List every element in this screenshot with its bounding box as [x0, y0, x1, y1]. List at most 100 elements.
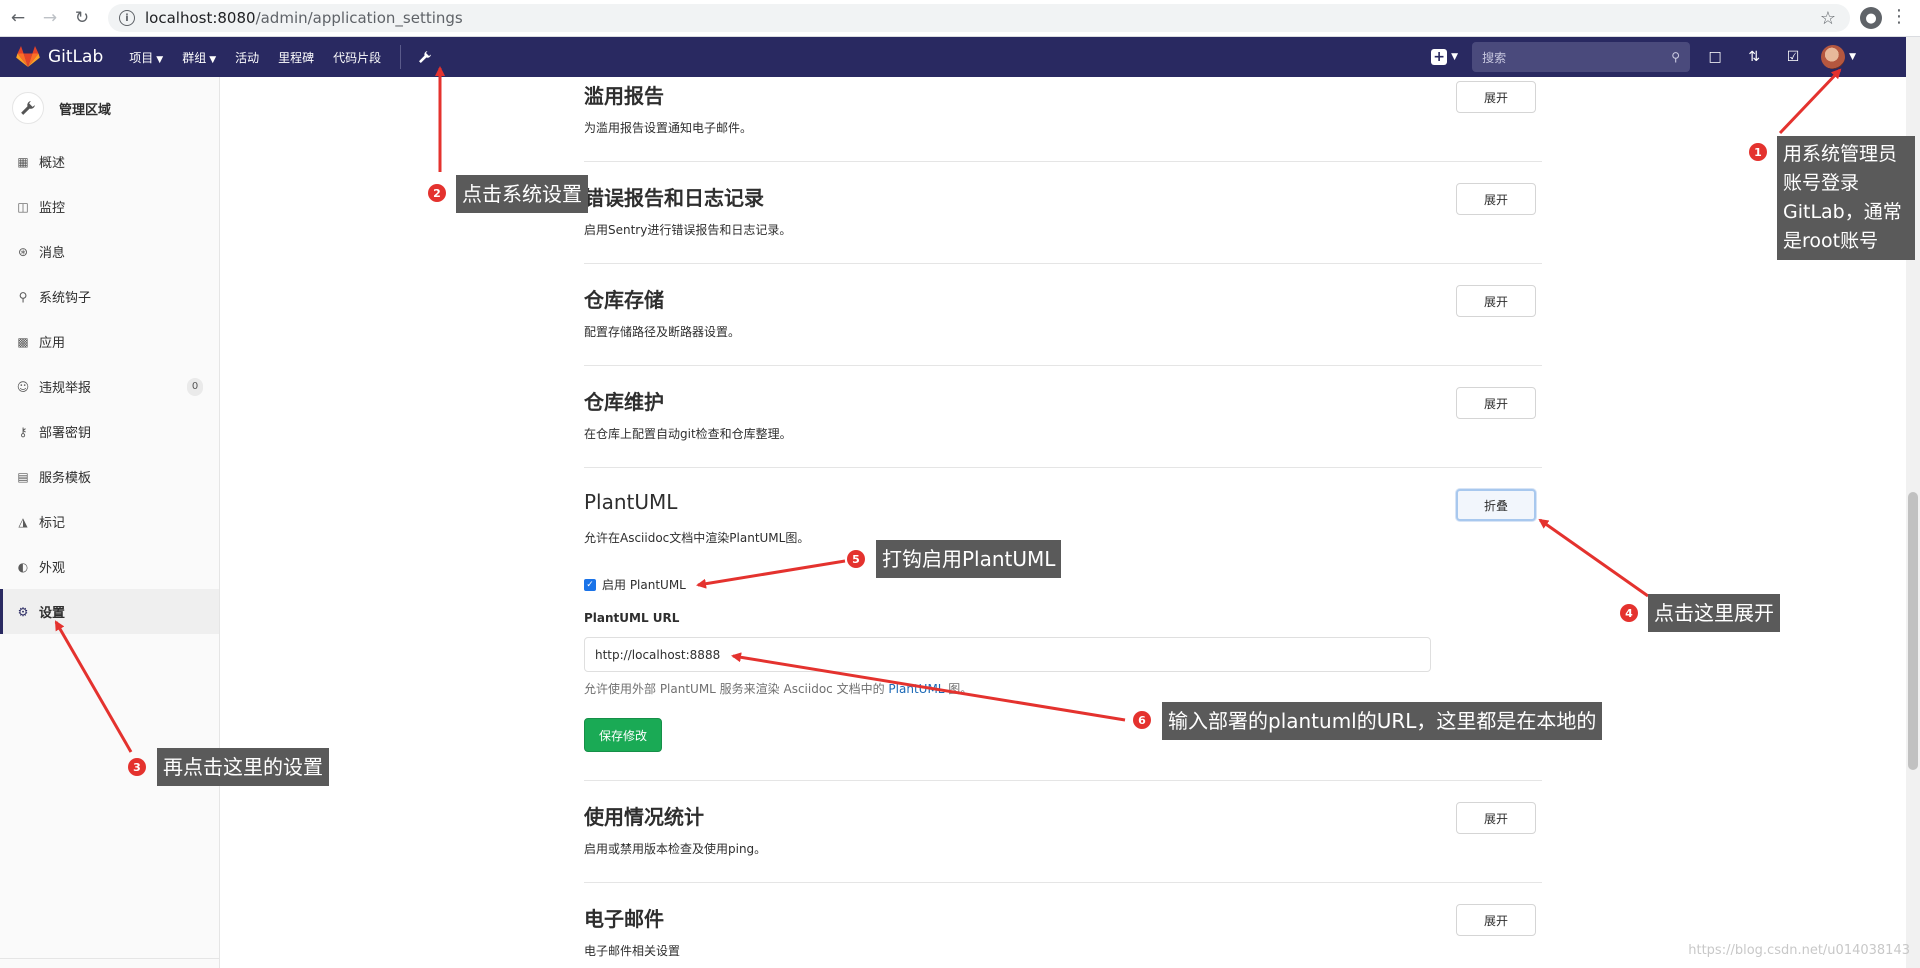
sidebar-item-monitoring[interactable]: ◫ 监控	[0, 184, 219, 229]
section-description: 启用或禁用版本检查及使用ping。	[584, 842, 767, 856]
issues-icon[interactable]: □	[1704, 46, 1726, 68]
merge-requests-icon[interactable]: ⇅	[1743, 46, 1765, 68]
annotation-number-6: 6	[1133, 711, 1151, 729]
section-repository-storage: 仓库存储 配置存储路径及断路器设置。 展开	[584, 264, 1542, 366]
abuse-count-badge: 0	[187, 377, 203, 396]
reload-icon[interactable]: ↻	[68, 4, 96, 32]
nav-snippets[interactable]: 代码片段	[333, 49, 381, 66]
sidebar-item-overview[interactable]: ▦ 概述	[0, 139, 219, 184]
save-changes-button[interactable]: 保存修改	[584, 718, 662, 752]
sidebar-item-settings[interactable]: ⚙ 设置	[0, 589, 219, 634]
annotation-number-3: 3	[128, 758, 146, 776]
gitlab-fox-icon	[16, 46, 40, 67]
user-avatar[interactable]	[1821, 45, 1846, 69]
bookmark-star-icon[interactable]: ☆	[1820, 8, 1836, 29]
apps-icon: ▩	[17, 334, 29, 349]
section-title: 错误报告和日志记录	[584, 186, 764, 210]
section-title: PlantUML	[584, 490, 678, 514]
expand-button[interactable]: 展开	[1456, 285, 1536, 317]
annotation-note-5: 打钩启用PlantUML	[876, 540, 1062, 578]
browser-toolbar: ← → ↻ i localhost:8080/admin/application…	[0, 0, 1920, 37]
expand-button[interactable]: 展开	[1456, 904, 1536, 936]
sidebar-item-abuse-reports[interactable]: ☺ 违规举报 0	[0, 364, 219, 409]
expand-button[interactable]: 展开	[1456, 387, 1536, 419]
address-bar[interactable]: i localhost:8080/admin/application_setti…	[108, 4, 1850, 32]
label-icon: ◮	[18, 514, 28, 529]
plantuml-help-link[interactable]: PlantUML	[888, 682, 944, 696]
sidebar-item-service-templates[interactable]: ▤ 服务模板	[0, 454, 219, 499]
nav-divider	[400, 45, 402, 69]
plantuml-url-help: 允许使用外部 PlantUML 服务来渲染 Asciidoc 文档中的 Plan…	[584, 682, 973, 696]
broadcast-icon: ⊛	[17, 244, 29, 259]
annotation-number-2: 2	[428, 184, 446, 202]
gear-icon: ⚙	[17, 604, 29, 619]
nav-milestones[interactable]: 里程碑	[278, 49, 314, 66]
sidebar-item-system-hooks[interactable]: ⚲ 系统钩子	[0, 274, 219, 319]
site-info-icon[interactable]: i	[119, 10, 135, 26]
chevron-down-icon: ▼	[156, 54, 164, 65]
back-icon[interactable]: ←	[4, 4, 32, 32]
section-title: 电子邮件	[584, 907, 664, 931]
collapse-button[interactable]: 折叠	[1456, 489, 1536, 521]
admin-sidebar: 管理区域 ▦ 概述 ◫ 监控 ⊛ 消息 ⚲ 系统钩子 ▩ 应用 ☺ 违规举报 0 ⚷ 部署密钥 …	[0, 77, 220, 968]
scrollbar-thumb[interactable]	[1908, 492, 1918, 770]
section-description: 在仓库上配置自动git检查和仓库整理。	[584, 427, 792, 441]
sidebar-title: 管理区域	[59, 102, 112, 118]
search-icon: ⚲	[1671, 50, 1681, 64]
section-description: 启用Sentry进行错误报告和日志记录。	[584, 223, 792, 237]
todos-icon[interactable]: ☑	[1782, 46, 1804, 68]
palette-icon: ◐	[17, 559, 29, 574]
checkbox-label: 启用 PlantUML	[602, 578, 686, 592]
sidebar-item-messages[interactable]: ⊛ 消息	[0, 229, 219, 274]
gitlab-brand: GitLab	[48, 47, 104, 67]
chevron-down-icon: ▼	[209, 54, 217, 65]
browser-menu-icon[interactable]: ⋮	[1890, 8, 1908, 26]
sidebar-item-applications[interactable]: ▩ 应用	[0, 319, 219, 364]
monitor-icon: ◫	[17, 199, 29, 214]
annotation-number-1: 1	[1749, 143, 1767, 161]
expand-button[interactable]: 展开	[1456, 183, 1536, 215]
annotation-number-5: 5	[847, 550, 865, 568]
section-description: 电子邮件相关设置	[584, 944, 681, 958]
key-icon: ⚷	[18, 424, 28, 439]
section-title: 仓库维护	[584, 390, 664, 414]
sidebar-item-deploy-keys[interactable]: ⚷ 部署密钥	[0, 409, 219, 454]
gitlab-header: GitLab 项目 ▼ 群组 ▼ 活动 里程碑 代码片段 + ▼ 搜索 ⚲ □ ⇅ ☑…	[0, 37, 1906, 77]
search-input[interactable]: 搜索 ⚲	[1472, 42, 1691, 72]
plantuml-url-input[interactable]: http://localhost:8888	[584, 637, 1431, 672]
chevron-down-icon: ▼	[1849, 52, 1856, 62]
new-plus-icon[interactable]: +	[1431, 49, 1448, 65]
sidebar-header[interactable]: 管理区域	[0, 77, 219, 139]
admin-wrench-icon	[12, 92, 44, 124]
section-description: 为滥用报告设置通知电子邮件。	[584, 121, 753, 135]
hook-icon: ⚲	[18, 289, 28, 304]
nav-groups[interactable]: 群组 ▼	[182, 49, 216, 66]
admin-area-wrench-icon[interactable]	[415, 47, 435, 67]
sidebar-collapse-area[interactable]	[0, 958, 219, 968]
expand-button[interactable]: 展开	[1456, 81, 1536, 113]
chevron-down-icon: ▼	[1451, 52, 1459, 62]
nav-activity[interactable]: 活动	[235, 49, 259, 66]
sidebar-item-appearance[interactable]: ◐ 外观	[0, 544, 219, 589]
forward-icon[interactable]: →	[36, 4, 64, 32]
header-right: + ▼ 搜索 ⚲ □ ⇅ ☑ ▼	[1431, 37, 1906, 77]
enable-plantuml-row[interactable]: ✓ 启用 PlantUML	[584, 576, 686, 593]
section-email: 电子邮件 电子邮件相关设置 展开	[584, 883, 1542, 968]
top-nav: 项目 ▼ 群组 ▼ 活动 里程碑 代码片段	[129, 49, 400, 66]
arrow-4	[1538, 518, 1649, 598]
annotation-note-4: 点击这里展开	[1648, 594, 1780, 632]
section-title: 仓库存储	[584, 288, 664, 312]
nav-projects[interactable]: 项目 ▼	[129, 49, 163, 66]
section-description: 允许在Asciidoc文档中渲染PlantUML图。	[584, 531, 810, 545]
gitlab-logo[interactable]: GitLab	[16, 46, 103, 68]
section-repository-maintenance: 仓库维护 在仓库上配置自动git检查和仓库整理。 展开	[584, 366, 1542, 468]
enable-plantuml-checkbox[interactable]: ✓	[584, 578, 596, 591]
expand-button[interactable]: 展开	[1456, 802, 1536, 834]
grid-icon: ▦	[17, 154, 29, 169]
section-usage-statistics: 使用情况统计 启用或禁用版本检查及使用ping。 展开	[584, 781, 1542, 883]
sidebar-item-labels[interactable]: ◮ 标记	[0, 499, 219, 544]
browser-profile-icon[interactable]: ●	[1860, 7, 1882, 29]
annotation-number-4: 4	[1620, 604, 1638, 622]
watermark: https://blog.csdn.net/u014038143	[1688, 943, 1910, 958]
abuse-icon: ☺	[16, 379, 30, 394]
